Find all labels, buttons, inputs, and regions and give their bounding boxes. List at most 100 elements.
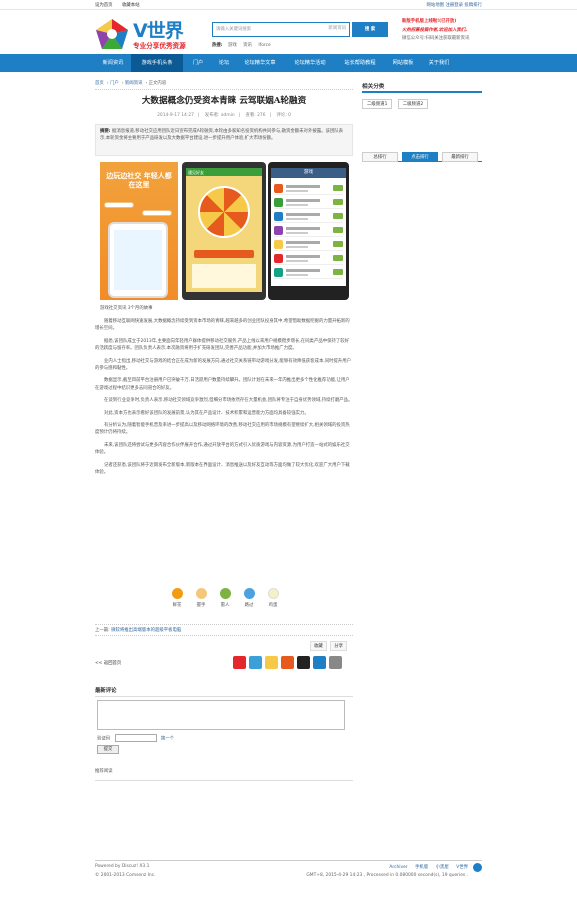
author[interactable]: 发布者: admin: [205, 113, 235, 118]
breadcrumb-item[interactable]: 门户: [110, 81, 119, 86]
paragraph: 有分析认为,随着智能手机普及率进一步提高以及移动网络环境的改善,移动社交应用的市…: [95, 423, 350, 436]
walker-icon: [243, 588, 255, 599]
captcha-input[interactable]: [114, 734, 157, 742]
game-row: [274, 210, 343, 223]
comments-heading: 最新评论: [95, 686, 353, 697]
qq-icon[interactable]: [297, 656, 310, 669]
sidebar-heading: 相关分类: [362, 80, 482, 93]
game-row: [274, 224, 343, 237]
renren-icon[interactable]: [281, 656, 294, 669]
footer-link[interactable]: 小黑屋: [436, 865, 449, 870]
qzone-icon[interactable]: [265, 656, 278, 669]
prev-label: 上一篇:: [95, 628, 110, 633]
hot-word[interactable]: Iforce: [258, 43, 270, 48]
captcha-refresh-link[interactable]: 换一个: [161, 737, 174, 742]
article-meta: 2014-9-17 14:27 | 发布者: admin | 查看: 276 | 评论…: [157, 113, 291, 118]
mood-shock[interactable]: 雷人: [216, 588, 234, 608]
nav-item[interactable]: 论坛: [213, 54, 235, 72]
article-body: 随着移动互联网快速发展,大数据概念持续受到资本市场的青睐,越来越多的创业团队投身…: [95, 318, 353, 482]
tab-clicks[interactable]: 点击排行: [402, 152, 438, 162]
back-to-top-icon[interactable]: [473, 863, 482, 872]
game-row: [274, 266, 343, 279]
mood-pass[interactable]: 路过: [240, 588, 258, 608]
header-announcements: 新版手机版上线啦!(已开放) 火热招募投稿作者,欢迎加入我们。 微信公众号:扫码…: [402, 18, 484, 44]
nav-item[interactable]: 网站模板: [385, 54, 421, 72]
game-row: [274, 182, 343, 195]
spin-button: [194, 250, 254, 258]
sitemap-link[interactable]: 网站地图: [426, 3, 444, 8]
sidebar-category[interactable]: 二级频道2: [397, 99, 429, 109]
tab-latest[interactable]: 最新排行: [442, 152, 478, 162]
site-logo[interactable]: V世界 专业分享优秀资源: [95, 16, 205, 54]
game-row: [274, 238, 343, 251]
sidebar-category[interactable]: 二级频道1: [362, 99, 393, 109]
lottery-wheel: [198, 186, 250, 238]
mood-vote-bar: 鲜花 握手 雷人 路过 鸡蛋: [168, 588, 280, 616]
chat-bubble: [142, 210, 172, 216]
weibo-icon[interactable]: [233, 656, 246, 669]
search-button[interactable]: 搜 索: [352, 22, 388, 37]
hot-searches: 热搜: 游戏 资讯 Iforce: [212, 42, 276, 48]
footer-link[interactable]: Archiver: [389, 865, 407, 870]
breadcrumb-item[interactable]: 首页: [95, 81, 104, 86]
top-bar: 设为首页 收藏本站 网站地图 注册登录 投稿排行: [0, 0, 577, 10]
flower-icon: [171, 588, 183, 599]
screen-title: 遇见好友: [186, 168, 262, 176]
nav-item[interactable]: 论坛精华文章: [235, 54, 285, 72]
register-login-link[interactable]: 注册登录: [445, 3, 463, 8]
more-share-icon[interactable]: [313, 656, 326, 669]
announcement-line: 微信公众号:扫码关注获取最新资讯: [402, 36, 470, 42]
paragraph: 未来,该团队还将尝试与更多内容合作伙伴展开合作,通过开放平台的方式引入优质游戏与…: [95, 442, 350, 456]
powered-by: Powered by Discuz! X3.1: [95, 864, 150, 869]
promo-headline: 边玩边社交 年轻人都在这里: [106, 172, 172, 189]
captcha-label: 验证码: [97, 736, 111, 742]
mood-flower[interactable]: 鲜花: [168, 588, 186, 608]
comment-textarea[interactable]: [97, 700, 345, 730]
hot-word[interactable]: 游戏: [228, 43, 237, 48]
hot-word[interactable]: 资讯: [243, 43, 252, 48]
tab-total[interactable]: 总排行: [362, 152, 398, 162]
phone-mockup: [108, 222, 168, 298]
prev-article-link[interactable]: 微软将推出高端版本的超级平板电脑: [111, 628, 181, 633]
paragraph: 记者还获悉,该团队将于近期发布全新版本,新版本在界面设计、消息推送以及好友互动等…: [95, 462, 350, 476]
comment-count[interactable]: 评论: 0: [276, 113, 290, 118]
game-row: [274, 252, 343, 265]
article-summary: 摘要: 据消息报道,移动社交应用团队近日宣布完成A轮融资,本轮由多家知名投资机构…: [95, 124, 353, 156]
lightning-icon: [219, 588, 231, 599]
footer-link[interactable]: V世界: [456, 865, 468, 870]
promo-image: 边玩边社交 年轻人都在这里: [100, 162, 178, 300]
submit-comment-button[interactable]: 提交: [97, 745, 119, 754]
favorite-button[interactable]: 收藏: [310, 641, 327, 651]
handshake-icon: [195, 588, 207, 599]
paragraph: 对此,资本方也表示看好该团队的发展前景,认为其在产品设计、技术积累和运营能力方面…: [104, 410, 309, 416]
bookmark-link[interactable]: 收藏本站: [122, 3, 140, 8]
mood-egg[interactable]: 鸡蛋: [264, 588, 282, 608]
mood-handshake[interactable]: 握手: [192, 588, 210, 608]
set-homepage-link[interactable]: 设为首页: [95, 3, 113, 8]
footer-link[interactable]: 手机版: [415, 865, 428, 870]
announcement-line[interactable]: 新版手机版上线啦!(已开放): [402, 18, 484, 27]
egg-icon: [267, 588, 279, 599]
tencent-weibo-icon[interactable]: [249, 656, 262, 669]
paragraph: 随着移动互联网快速发展,大数据概念持续受到资本市场的青睐,越来越多的创业团队投身…: [95, 319, 350, 332]
publish-date: 2014-9-17 14:27: [157, 113, 194, 118]
nav-item[interactable]: 新闻资讯: [95, 54, 131, 72]
breadcrumb-item[interactable]: 新闻资讯: [125, 81, 143, 86]
ranking-link[interactable]: 投稿排行: [464, 3, 482, 8]
prize-list: [192, 264, 256, 288]
screen-title: 游戏: [271, 168, 346, 178]
share-button[interactable]: 分享: [330, 641, 347, 651]
search-category-select[interactable]: 新闻资讯: [328, 25, 346, 31]
nav-item[interactable]: 关于我们: [421, 54, 457, 72]
prev-article: 上一篇: 微软将推出高端版本的超级平板电脑: [95, 624, 353, 636]
breadcrumb-current: 正文内容: [148, 81, 167, 86]
nav-item[interactable]: 站长帮助教程: [335, 54, 385, 72]
paragraph: 数据显示,截至目前平台注册用户已突破千万,日活跃用户数量持续攀升。团队计划在未来…: [95, 378, 350, 391]
announcement-line[interactable]: 火热招募投稿作者,欢迎加入我们。: [402, 27, 484, 36]
paragraph: 在谈到行业竞争时,负责人表示,移动社交领域竞争激烈,但细分市场依然存在大量机会,…: [104, 398, 353, 404]
back-home-link[interactable]: << 返回首页: [95, 660, 121, 666]
print-icon[interactable]: [329, 656, 342, 669]
nav-item[interactable]: 论坛精华活动: [285, 54, 335, 72]
nav-item[interactable]: 门户: [183, 54, 213, 72]
nav-item-active[interactable]: 游戏手机头条: [131, 54, 183, 72]
